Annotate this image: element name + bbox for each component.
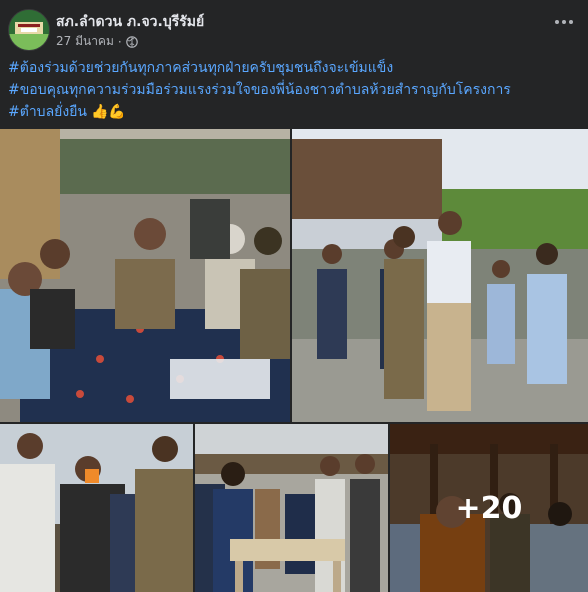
post-text-line-2: #ขอบคุณทุกความร่วมมือร่วมแรงร่วมใจของพี่…: [8, 79, 580, 101]
more-photos-count: +20: [455, 490, 523, 526]
photo-village-walk[interactable]: [292, 129, 588, 422]
post-date[interactable]: 27 มีนาคม: [56, 32, 114, 51]
photo-meeting-table[interactable]: [0, 129, 290, 422]
facebook-post-card: สภ.ลำดวน ภ.จว.บุรีรัมย์ 27 มีนาคม · #ต้อ…: [0, 0, 588, 592]
photo-food-table[interactable]: [195, 424, 388, 592]
post-text-line-3: #ตำบลยั่งยืน 👍💪: [8, 101, 580, 123]
globe-icon[interactable]: [125, 35, 138, 48]
more-horizontal-icon: [555, 20, 559, 24]
page-name[interactable]: สภ.ลำดวน ภ.จว.บุรีรัมย์: [56, 11, 204, 33]
post-meta: 27 มีนาคม ·: [56, 32, 138, 51]
more-photos-overlay[interactable]: +20: [390, 424, 588, 592]
photo-monk-ceremony[interactable]: +20: [390, 424, 588, 592]
more-options-button[interactable]: [546, 10, 582, 34]
thumbs-up-muscle-emoji: 👍💪: [90, 104, 126, 120]
hashtag-link[interactable]: #ขอบคุณทุกความร่วมมือร่วมแรงร่วมใจของพี่…: [8, 82, 511, 98]
photo-officers-group[interactable]: [0, 424, 193, 592]
hashtag-link[interactable]: #ตำบลยั่งยืน: [8, 104, 87, 120]
page-avatar[interactable]: [8, 9, 50, 51]
post-text-line-1: #ต้องร่วมด้วยช่วยกันทุกภาคส่วนทุกฝ่ายครั…: [8, 57, 580, 79]
post-text: #ต้องร่วมด้วยช่วยกันทุกภาคส่วนทุกฝ่ายครั…: [8, 57, 580, 123]
hashtag-link[interactable]: #ต้องร่วมด้วยช่วยกันทุกภาคส่วนทุกฝ่ายครั…: [8, 60, 393, 76]
meta-separator: ·: [117, 34, 122, 49]
